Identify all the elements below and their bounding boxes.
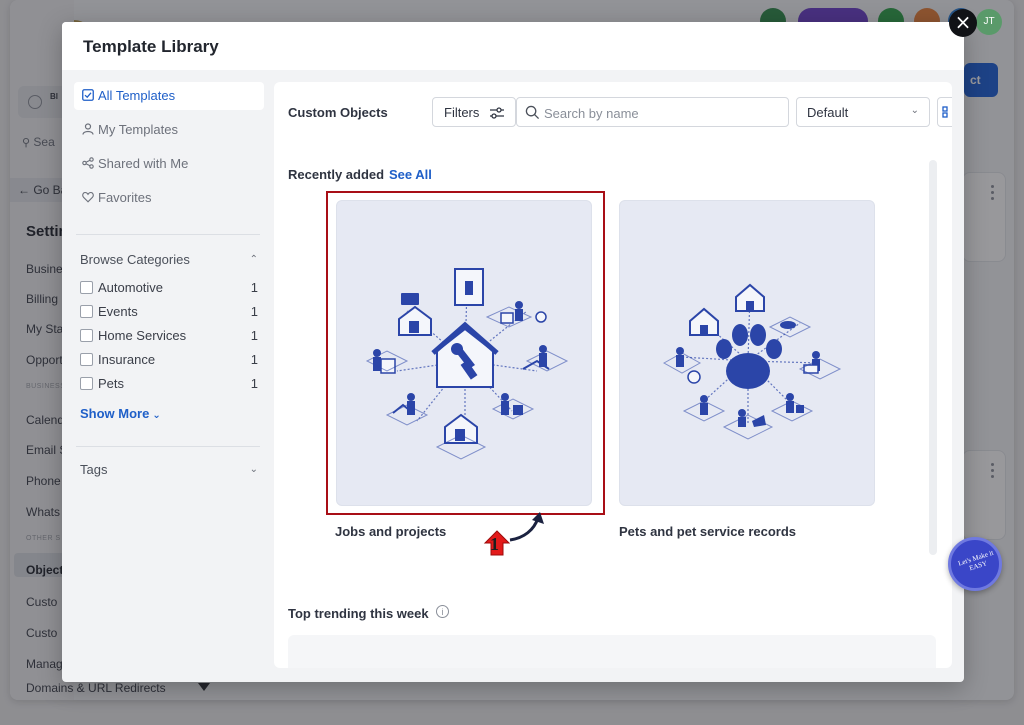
category-checkbox[interactable]	[80, 353, 93, 366]
tags-label: Tags	[80, 462, 108, 477]
browse-categories: Browse Categories ⌃ Automotive 1 Events 1 Ho…	[80, 252, 264, 421]
category-checkbox[interactable]	[80, 281, 93, 294]
category-label: Automotive	[98, 280, 164, 295]
show-more-link[interactable]: Show More ⌄	[80, 406, 264, 421]
category-label: Home Services	[98, 328, 187, 343]
category-checkbox[interactable]	[80, 329, 93, 342]
trending-label: Top trending this week	[288, 606, 429, 621]
trending-list	[288, 635, 936, 668]
category-row[interactable]: Events 1	[80, 304, 264, 328]
nav-label: Shared with Me	[98, 156, 189, 171]
search-field[interactable]	[516, 97, 789, 127]
section-title: Custom Objects	[288, 105, 388, 120]
chevron-down-icon: ⌄	[910, 105, 919, 116]
grid-icon	[942, 106, 948, 118]
recently-added-label: Recently added	[288, 167, 385, 182]
sliders-icon	[490, 107, 504, 119]
template-card-name[interactable]: Jobs and projects	[335, 524, 446, 539]
nav-shared-with-me[interactable]: Shared with Me	[74, 150, 264, 178]
nav-favorites[interactable]: Favorites	[74, 184, 264, 212]
user-icon	[82, 123, 94, 135]
view-toggle-button[interactable]	[937, 97, 952, 127]
browse-categories-label: Browse Categories	[80, 252, 190, 267]
template-card-pets[interactable]	[619, 200, 875, 506]
chevron-up-icon: ⌃	[249, 254, 258, 265]
close-button[interactable]: ×	[949, 9, 977, 37]
nav-all-templates[interactable]: All Templates	[74, 82, 264, 110]
category-count: 1	[250, 280, 258, 295]
chevron-down-icon: ⌄	[152, 410, 161, 421]
category-row[interactable]: Insurance 1	[80, 352, 264, 376]
heart-icon	[82, 191, 94, 203]
nav-label: All Templates	[98, 88, 176, 103]
nav-my-templates[interactable]: My Templates	[74, 116, 264, 144]
nav-label: My Templates	[98, 122, 178, 137]
sort-value: Default	[807, 105, 849, 120]
nav-label: Favorites	[98, 190, 152, 205]
category-checkbox[interactable]	[80, 377, 93, 390]
show-more-label: Show More	[80, 406, 150, 421]
template-nav: All Templates My Templates Shared with M…	[74, 82, 264, 218]
browse-categories-header[interactable]: Browse Categories ⌃	[80, 252, 264, 274]
step-number: 1	[490, 534, 499, 554]
search-icon	[525, 105, 540, 120]
pets-illustration	[662, 283, 842, 440]
category-label: Pets	[98, 376, 125, 391]
template-card-name[interactable]: Pets and pet service records	[619, 524, 796, 539]
curved-arrow-icon	[509, 512, 544, 542]
info-icon[interactable]: i	[436, 605, 449, 618]
category-checkbox[interactable]	[80, 305, 93, 318]
category-label: Events	[98, 304, 138, 319]
share-icon	[82, 157, 94, 169]
search-input[interactable]	[544, 104, 784, 122]
category-row[interactable]: Pets 1	[80, 376, 264, 400]
chevron-down-icon: ⌄	[249, 464, 258, 475]
checkbox-icon	[82, 89, 94, 101]
category-count: 1	[250, 352, 258, 367]
filters-button[interactable]: Filters	[432, 97, 516, 127]
category-count: 1	[250, 304, 258, 319]
see-all-link[interactable]: See All	[389, 167, 432, 182]
modal-title: Template Library	[83, 37, 219, 56]
sort-select[interactable]: Default ⌄	[796, 97, 930, 127]
category-count: 1	[250, 376, 258, 391]
category-row[interactable]: Home Services 1	[80, 328, 264, 352]
category-count: 1	[250, 328, 258, 343]
filters-label: Filters	[444, 105, 480, 120]
user-avatar[interactable]: JT	[976, 9, 1002, 35]
nav-divider	[76, 446, 260, 447]
scrollbar[interactable]	[929, 160, 937, 555]
lets-make-it-easy-badge[interactable]: Let's Make it EASY	[948, 537, 1002, 591]
badge-text: Let's Make it EASY	[957, 548, 995, 573]
tags-section[interactable]: Tags ⌄	[80, 462, 264, 477]
nav-divider	[76, 234, 260, 235]
modal-header: Template Library	[62, 22, 964, 70]
category-label: Insurance	[98, 352, 156, 367]
step-highlight-box	[326, 191, 605, 515]
category-row[interactable]: Automotive 1	[80, 280, 264, 304]
